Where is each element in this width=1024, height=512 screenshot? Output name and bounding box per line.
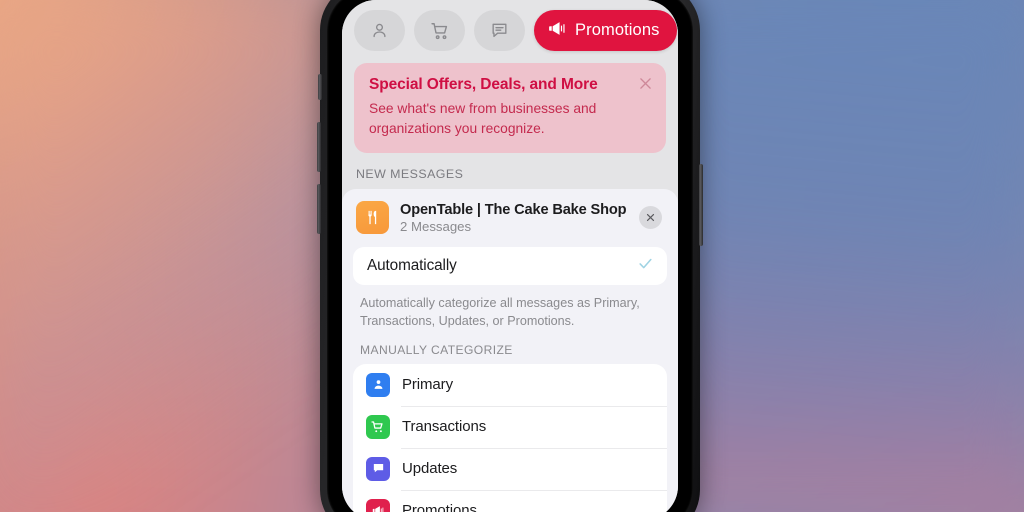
- message-count: 2 Messages: [400, 218, 472, 234]
- checkmark-icon: [637, 255, 654, 277]
- category-label: Transactions: [402, 418, 487, 436]
- close-icon[interactable]: [639, 206, 662, 230]
- person-icon: [366, 372, 390, 397]
- message-sender: OpenTable | The Cake Bake Shop a...: [400, 201, 628, 218]
- person-icon: [370, 21, 389, 40]
- shopping-cart-icon: [430, 21, 450, 41]
- filter-pill-promotions-label: Promotions: [575, 21, 660, 39]
- automatically-option[interactable]: Automatically: [353, 247, 667, 286]
- automatically-label: Automatically: [367, 257, 457, 275]
- chat-bubble-icon: [366, 456, 390, 481]
- category-label: Primary: [402, 376, 453, 394]
- filter-pill-row: Promotions: [342, 0, 678, 51]
- new-messages-header: NEW MESSAGES: [342, 153, 678, 190]
- category-row-primary[interactable]: Primary: [366, 364, 667, 406]
- manually-categorize-header: MANUALLY CATEGORIZE: [360, 342, 513, 357]
- promo-banner[interactable]: Special Offers, Deals, and More See what…: [354, 63, 666, 154]
- close-icon[interactable]: [637, 75, 654, 92]
- phone-device: Promotions Special Offers, Deals, and Mo…: [317, 0, 703, 512]
- promo-banner-wrap: Special Offers, Deals, and More See what…: [342, 51, 678, 154]
- volume-down-button[interactable]: [317, 184, 321, 234]
- message-row[interactable]: OpenTable | The Cake Bake Shop a... 2 Me…: [353, 201, 667, 235]
- screenshot-stage: Promotions Special Offers, Deals, and Mo…: [0, 0, 1024, 512]
- wallpaper-right-gradient: [664, 0, 1024, 512]
- category-label: Promotions: [402, 502, 477, 512]
- phone-screen: Promotions Special Offers, Deals, and Mo…: [342, 0, 678, 512]
- promo-banner-subtitle: See what's new from businesses and organ…: [369, 101, 597, 136]
- power-button[interactable]: [699, 164, 703, 246]
- megaphone-icon: [548, 19, 567, 43]
- message-text-block: OpenTable | The Cake Bake Shop a... 2 Me…: [400, 202, 628, 234]
- filter-pill-primary[interactable]: [354, 10, 405, 51]
- category-label: Updates: [402, 460, 458, 478]
- category-row-updates[interactable]: Updates: [366, 447, 667, 490]
- mute-switch[interactable]: [318, 74, 322, 100]
- shopping-cart-icon: [366, 414, 390, 439]
- filter-pill-updates[interactable]: [474, 10, 525, 51]
- volume-up-button[interactable]: [317, 122, 321, 172]
- automatically-description: Automatically categorize all messages as…: [360, 296, 640, 329]
- filter-pill-promotions[interactable]: Promotions: [534, 10, 678, 51]
- chat-bubble-icon: [490, 21, 509, 40]
- category-list: Primary Transactions Updates Promotions: [353, 363, 667, 512]
- restaurant-icon: [356, 201, 389, 235]
- filter-pill-transactions[interactable]: [414, 10, 465, 51]
- promo-banner-title: Special Offers, Deals, and More: [369, 76, 598, 93]
- category-row-promotions[interactable]: Promotions: [366, 489, 667, 512]
- wallpaper-left-gradient: [0, 0, 360, 512]
- category-row-transactions[interactable]: Transactions: [366, 405, 667, 448]
- categorize-sheet: OpenTable | The Cake Bake Shop a... 2 Me…: [342, 189, 678, 512]
- megaphone-icon: [366, 498, 390, 512]
